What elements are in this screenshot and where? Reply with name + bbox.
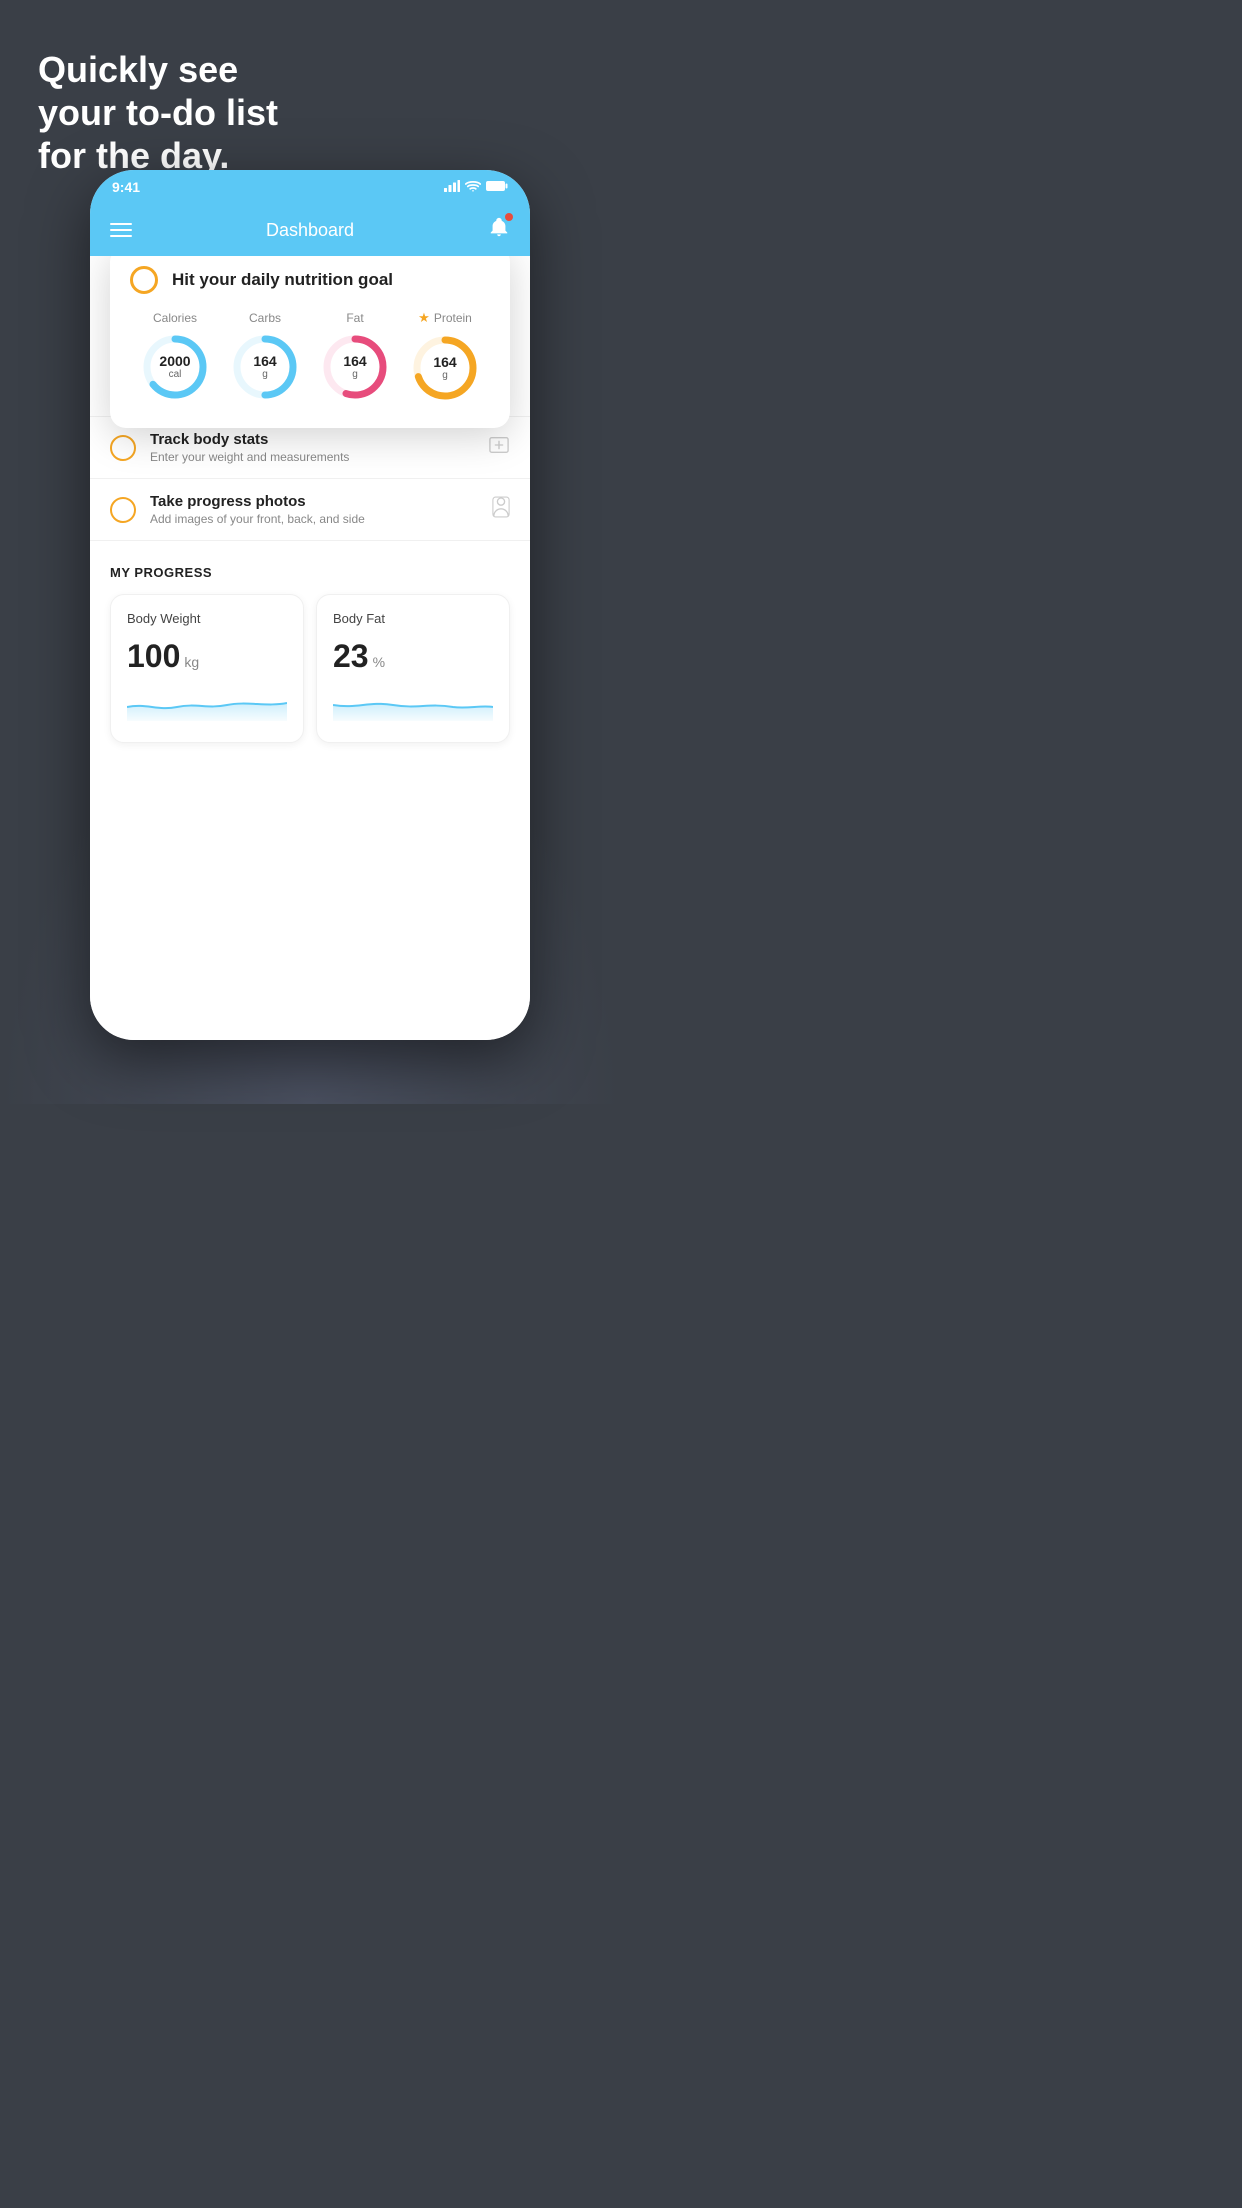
fat-donut: 164 g	[319, 331, 391, 403]
body-fat-card-title: Body Fat	[333, 611, 493, 626]
progress-section: MY PROGRESS Body Weight 100 kg	[90, 541, 530, 743]
body-fat-card[interactable]: Body Fat 23 %	[316, 594, 510, 743]
headline: Quickly see your to-do list for the day.	[38, 48, 278, 178]
photos-subtitle: Add images of your front, back, and side	[150, 512, 478, 526]
body-weight-value: 100	[127, 638, 180, 675]
fat-item: Fat 164 g	[319, 311, 391, 403]
photos-check-circle[interactable]	[110, 497, 136, 523]
photos-text: Take progress photos Add images of your …	[150, 493, 478, 526]
status-bar: 9:41	[90, 170, 530, 204]
body-weight-card-title: Body Weight	[127, 611, 287, 626]
progress-header: MY PROGRESS	[110, 565, 510, 580]
body-weight-unit: kg	[184, 654, 199, 670]
body-fat-value-row: 23 %	[333, 638, 493, 675]
wifi-icon	[465, 180, 481, 195]
person-icon	[492, 496, 510, 523]
calories-label: Calories	[153, 311, 197, 325]
notification-bell-button[interactable]	[488, 216, 510, 244]
protein-star-icon: ★	[418, 310, 430, 326]
body-stats-text: Track body stats Enter your weight and m…	[150, 431, 474, 464]
body-weight-card[interactable]: Body Weight 100 kg	[110, 594, 304, 743]
nav-title: Dashboard	[266, 220, 354, 241]
protein-donut: 164 g	[409, 332, 481, 404]
fat-label: Fat	[346, 311, 363, 325]
fat-value: 164	[343, 354, 366, 369]
nutrition-check-circle[interactable]	[130, 266, 158, 294]
body-stats-check-circle[interactable]	[110, 435, 136, 461]
calories-donut: 2000 cal	[139, 331, 211, 403]
content-area: THINGS TO DO TODAY Hit your daily nutrit…	[90, 256, 530, 1040]
calories-unit: cal	[159, 369, 190, 380]
carbs-value: 164	[253, 354, 276, 369]
progress-cards: Body Weight 100 kg	[110, 594, 510, 743]
todo-item-photos[interactable]: Take progress photos Add images of your …	[90, 479, 530, 541]
calories-value: 2000	[159, 354, 190, 369]
phone-frame: 9:41	[90, 170, 530, 1040]
scale-icon	[488, 435, 510, 460]
battery-icon	[486, 180, 508, 195]
notification-badge	[505, 213, 513, 221]
signal-icon	[444, 180, 460, 195]
fat-unit: g	[343, 369, 366, 380]
status-icons	[444, 180, 508, 195]
carbs-donut: 164 g	[229, 331, 301, 403]
protein-value: 164	[433, 355, 456, 370]
nutrition-row: Calories 2000 cal Carbs	[130, 310, 490, 404]
body-fat-unit: %	[373, 654, 385, 670]
protein-item: ★ Protein 164 g	[409, 310, 481, 404]
carbs-label: Carbs	[249, 311, 281, 325]
protein-label: ★ Protein	[418, 310, 472, 326]
carbs-item: Carbs 164 g	[229, 311, 301, 403]
nutrition-card-header: Hit your daily nutrition goal	[130, 266, 490, 294]
protein-unit: g	[433, 370, 456, 381]
body-stats-title: Track body stats	[150, 431, 474, 448]
body-weight-chart	[127, 685, 287, 721]
nutrition-card-title: Hit your daily nutrition goal	[172, 270, 393, 290]
body-fat-chart	[333, 685, 493, 721]
photos-title: Take progress photos	[150, 493, 478, 510]
body-stats-subtitle: Enter your weight and measurements	[150, 450, 474, 464]
body-fat-value: 23	[333, 638, 369, 675]
calories-item: Calories 2000 cal	[139, 311, 211, 403]
hamburger-menu-button[interactable]	[110, 223, 132, 237]
carbs-unit: g	[253, 369, 276, 380]
nav-bar: Dashboard	[90, 204, 530, 256]
body-weight-value-row: 100 kg	[127, 638, 287, 675]
status-time: 9:41	[112, 179, 140, 195]
nutrition-card: Hit your daily nutrition goal Calories 2…	[110, 256, 510, 428]
